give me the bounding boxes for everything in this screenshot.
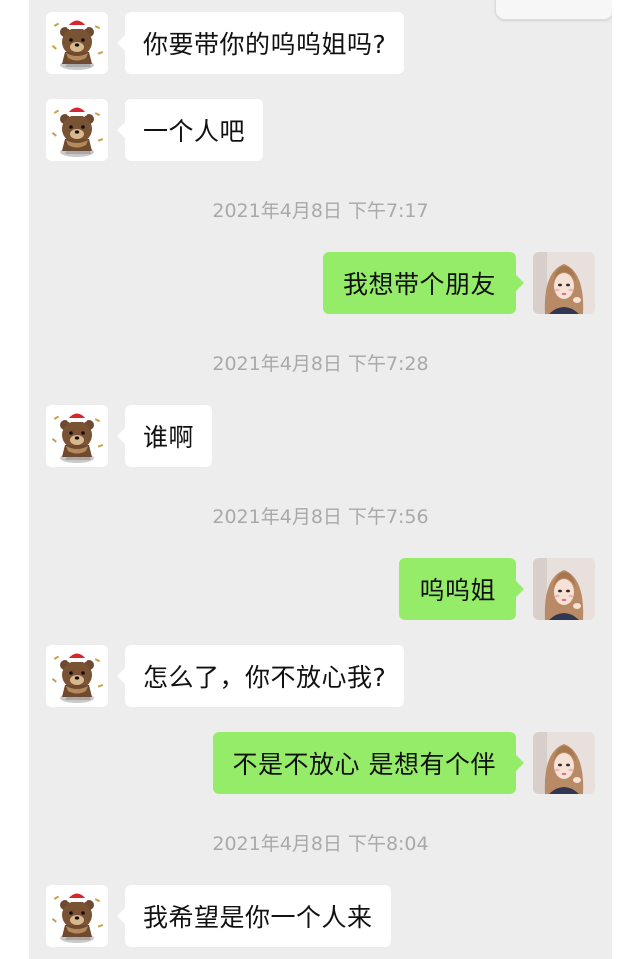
message-text: 怎么了，你不放心我? (143, 663, 387, 692)
message-timestamp: 2021年4月8日 下午7:28 (212, 353, 429, 375)
girl-avatar[interactable] (533, 558, 595, 620)
message-timestamp: 2021年4月8日 下午8:04 (212, 833, 429, 855)
message-bubble-incoming[interactable]: 你要带你的呜呜姐吗? (116, 12, 405, 74)
message-bubble-outgoing[interactable]: 我想带个朋友 (322, 252, 525, 314)
message-bubble-outgoing[interactable]: 不是不放心 是想有个伴 (212, 732, 525, 794)
message-text: 我希望是你一个人来 (143, 903, 373, 932)
message-text: 一个人吧 (143, 117, 246, 146)
bear-avatar[interactable] (46, 645, 108, 707)
popup-card-edge (495, 0, 612, 20)
girl-avatar[interactable] (533, 732, 595, 794)
message-bubble-outgoing[interactable]: 呜呜姐 (399, 558, 524, 620)
message-text: 呜呜姐 (419, 576, 496, 605)
message-bubble-incoming[interactable]: 一个人吧 (116, 99, 264, 161)
girl-avatar[interactable] (533, 252, 595, 314)
bear-avatar[interactable] (46, 885, 108, 947)
message-timestamp: 2021年4月8日 下午7:56 (212, 506, 429, 528)
message-text: 我想带个朋友 (342, 270, 496, 299)
message-text: 谁啊 (143, 423, 195, 452)
bear-avatar[interactable] (46, 405, 108, 467)
message-text: 你要带你的呜呜姐吗? (143, 30, 387, 59)
message-bubble-incoming[interactable]: 我希望是你一个人来 (117, 885, 391, 947)
message-bubble-incoming[interactable]: 谁啊 (116, 405, 213, 467)
message-text: 不是不放心 是想有个伴 (232, 750, 496, 779)
bear-avatar[interactable] (46, 99, 108, 161)
bear-avatar[interactable] (46, 12, 108, 74)
chat-area[interactable]: 你要带你的呜呜姐吗? 一个人吧 2021年4月8日 下午7:17 我想带个朋友 … (29, 0, 612, 959)
message-bubble-incoming[interactable]: 怎么了，你不放心我? (116, 645, 405, 707)
message-timestamp: 2021年4月8日 下午7:17 (212, 200, 429, 222)
